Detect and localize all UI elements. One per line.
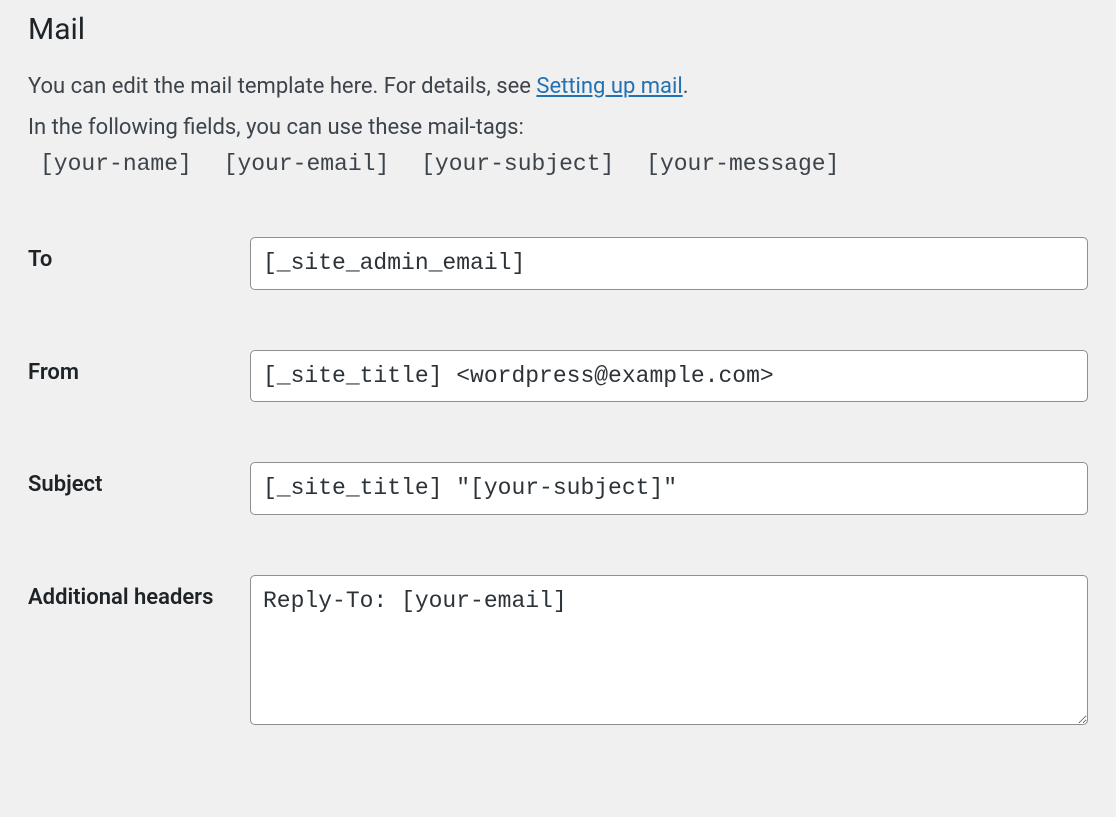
- description-suffix: .: [683, 74, 689, 99]
- panel-description: You can edit the mail template here. For…: [28, 69, 1088, 104]
- setting-up-mail-link[interactable]: Setting up mail: [536, 74, 682, 99]
- panel-heading: Mail: [28, 12, 1088, 47]
- additional-headers-textarea[interactable]: [250, 575, 1088, 725]
- from-input[interactable]: [250, 350, 1088, 403]
- from-row: From: [28, 350, 1088, 403]
- subject-label: Subject: [28, 462, 250, 497]
- additional-headers-row: Additional headers: [28, 575, 1088, 729]
- subject-row: Subject: [28, 462, 1088, 515]
- mail-tag: [your-subject]: [421, 151, 614, 177]
- to-input[interactable]: [250, 237, 1088, 290]
- to-label: To: [28, 237, 250, 272]
- additional-headers-label: Additional headers: [28, 575, 250, 610]
- mail-tags-list: [your-name] [your-email] [your-subject] …: [40, 151, 1088, 177]
- from-label: From: [28, 350, 250, 385]
- to-row: To: [28, 237, 1088, 290]
- mail-settings-panel: Mail You can edit the mail template here…: [0, 12, 1116, 817]
- mail-tag: [your-message]: [646, 151, 839, 177]
- mail-tag: [your-email]: [224, 151, 390, 177]
- mail-tag: [your-name]: [40, 151, 192, 177]
- mail-tags-intro: In the following fields, you can use the…: [28, 110, 1088, 145]
- description-prefix: You can edit the mail template here. For…: [28, 74, 536, 99]
- subject-input[interactable]: [250, 462, 1088, 515]
